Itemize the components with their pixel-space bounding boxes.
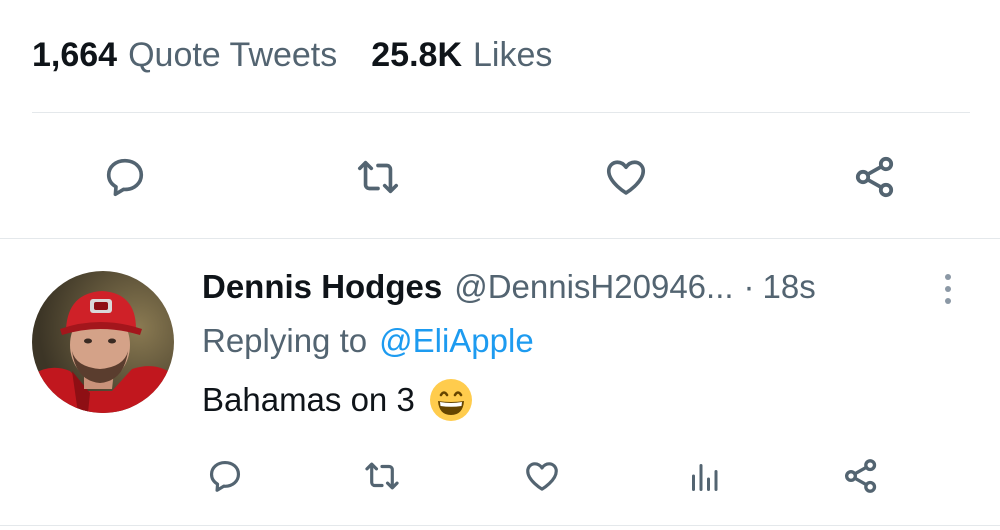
more-options-button[interactable] bbox=[936, 269, 960, 309]
timestamp[interactable]: 18s bbox=[763, 268, 816, 306]
reply-button[interactable] bbox=[204, 455, 246, 497]
like-icon bbox=[606, 160, 646, 195]
mention-link[interactable]: @EliApple bbox=[379, 322, 534, 360]
reply-action-bar bbox=[0, 443, 1000, 503]
quote-tweets-stat[interactable]: 1,664 Quote Tweets bbox=[32, 36, 337, 75]
author-name[interactable]: Dennis Hodges bbox=[202, 268, 442, 306]
like-button[interactable] bbox=[598, 150, 654, 204]
quote-tweets-count: 1,664 bbox=[32, 35, 118, 74]
reply-icon bbox=[106, 158, 144, 197]
likes-label: Likes bbox=[473, 35, 553, 74]
grinning-face-icon bbox=[429, 379, 472, 421]
replying-to: Replying to @EliApple bbox=[202, 319, 534, 363]
share-button[interactable] bbox=[848, 150, 902, 204]
like-icon bbox=[526, 462, 558, 491]
quote-tweets-label: Quote Tweets bbox=[128, 35, 338, 74]
more-dot-icon bbox=[945, 274, 951, 280]
author-handle[interactable]: @DennisH20946... bbox=[454, 268, 733, 306]
reply-header: Dennis Hodges @DennisH20946... · 18s bbox=[202, 265, 816, 309]
likes-count: 25.8K bbox=[371, 35, 462, 74]
tweet-text: Bahamas on 3 bbox=[202, 377, 473, 423]
replying-to-label: Replying to bbox=[202, 322, 368, 359]
divider bbox=[0, 525, 1000, 526]
reply-tweet[interactable]: Dennis Hodges @DennisH20946... · 18s Rep… bbox=[0, 239, 1000, 525]
tweet-action-bar bbox=[0, 120, 1000, 236]
avatar[interactable] bbox=[32, 271, 174, 413]
retweet-icon bbox=[365, 462, 399, 490]
analytics-button[interactable] bbox=[684, 455, 724, 497]
like-button[interactable] bbox=[520, 455, 564, 497]
retweet-button[interactable] bbox=[348, 150, 408, 204]
reply-icon bbox=[209, 460, 241, 492]
tweet-text-content: Bahamas on 3 bbox=[202, 381, 415, 418]
divider bbox=[32, 112, 970, 113]
more-dot-icon bbox=[945, 298, 951, 304]
share-icon bbox=[855, 156, 894, 198]
share-button[interactable] bbox=[840, 455, 882, 497]
share-icon bbox=[845, 459, 877, 493]
likes-stat[interactable]: 25.8K Likes bbox=[371, 36, 552, 75]
analytics-icon bbox=[692, 464, 718, 491]
separator-dot: · bbox=[743, 268, 755, 305]
more-dot-icon bbox=[945, 286, 951, 292]
retweet-button[interactable] bbox=[358, 455, 406, 497]
tweet-stats: 1,664 Quote Tweets 25.8K Likes bbox=[32, 30, 586, 80]
reply-button[interactable] bbox=[98, 150, 152, 204]
retweet-icon bbox=[357, 160, 399, 194]
